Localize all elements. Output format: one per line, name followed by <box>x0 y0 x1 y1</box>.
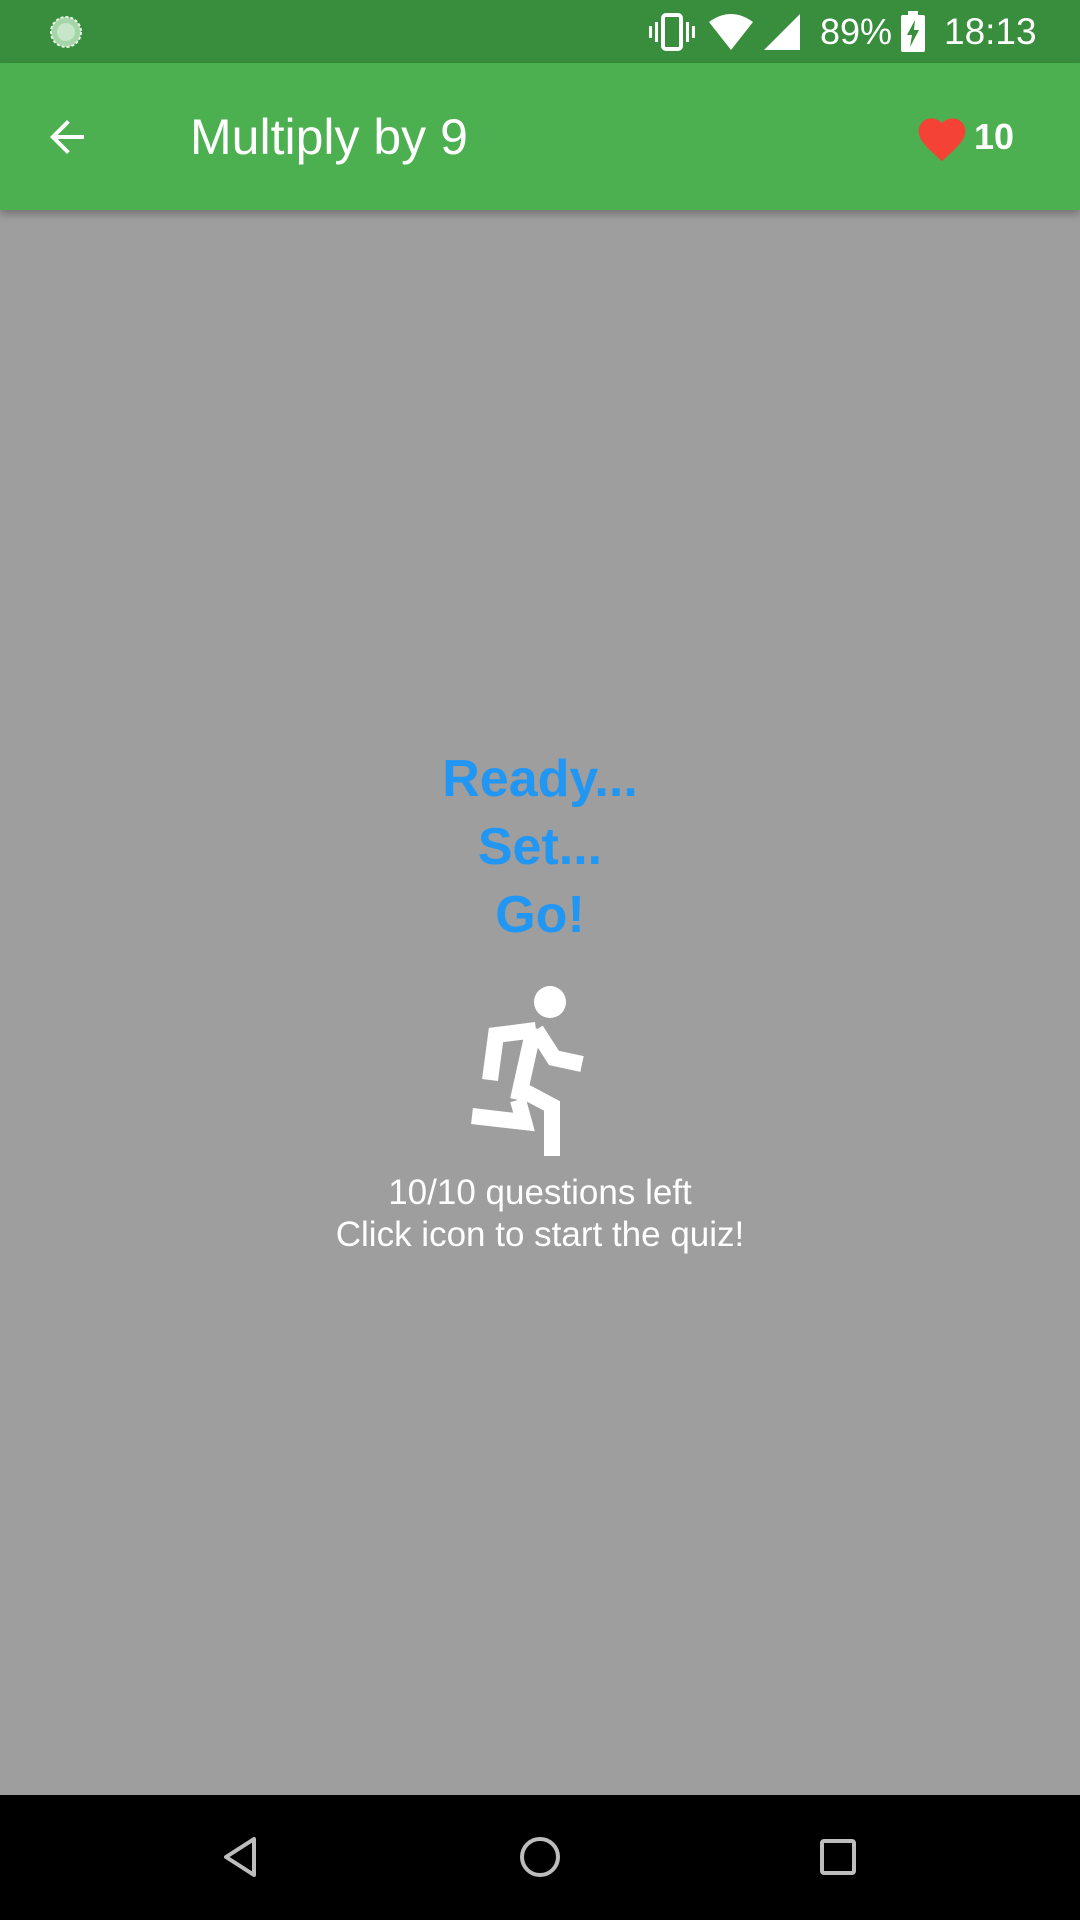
nav-home-button[interactable] <box>508 1825 572 1889</box>
battery-percent: 89% <box>820 11 893 52</box>
wifi-icon <box>709 14 753 50</box>
clock: 18:13 <box>944 11 1037 52</box>
arrow-back-icon <box>50 120 84 154</box>
lives-indicator: 10 <box>914 109 1014 165</box>
notification-icon <box>50 16 82 48</box>
page-title: Multiply by 9 <box>190 109 468 165</box>
recent-square-icon <box>820 1839 856 1875</box>
quiz-start-panel: Ready... Set... Go! 10/10 questions left… <box>0 210 1080 1795</box>
quiz-info: 10/10 questions left Click icon to start… <box>0 1172 1080 1256</box>
status-bar: 89% 18:13 <box>0 0 1080 63</box>
nav-recent-button[interactable] <box>806 1825 870 1889</box>
app-bar: Multiply by 9 10 <box>0 63 1080 210</box>
questions-left-text: 10/10 questions left <box>388 1173 692 1212</box>
go-line: Go! <box>495 886 585 944</box>
ready-set-go-text: Ready... Set... Go! <box>0 745 1080 949</box>
heart-icon <box>918 118 966 162</box>
home-circle-icon <box>520 1837 560 1877</box>
lives-count: 10 <box>974 116 1015 157</box>
vibrate-icon <box>649 13 695 51</box>
directions-run-icon[interactable] <box>466 980 596 1160</box>
system-nav-bar <box>0 1795 1080 1920</box>
back-triangle-icon <box>224 1837 256 1877</box>
signal-icon <box>764 14 800 50</box>
quiz-screen: 89% 18:13 Multiply by 9 10 Ready... Set.… <box>0 0 1080 1920</box>
battery-charging-icon <box>901 11 925 52</box>
nav-back-button[interactable] <box>210 1825 274 1889</box>
ready-line: Ready... <box>442 750 638 808</box>
back-button[interactable] <box>36 105 100 169</box>
set-line: Set... <box>477 818 603 876</box>
start-instruction-text: Click icon to start the quiz! <box>335 1215 745 1254</box>
